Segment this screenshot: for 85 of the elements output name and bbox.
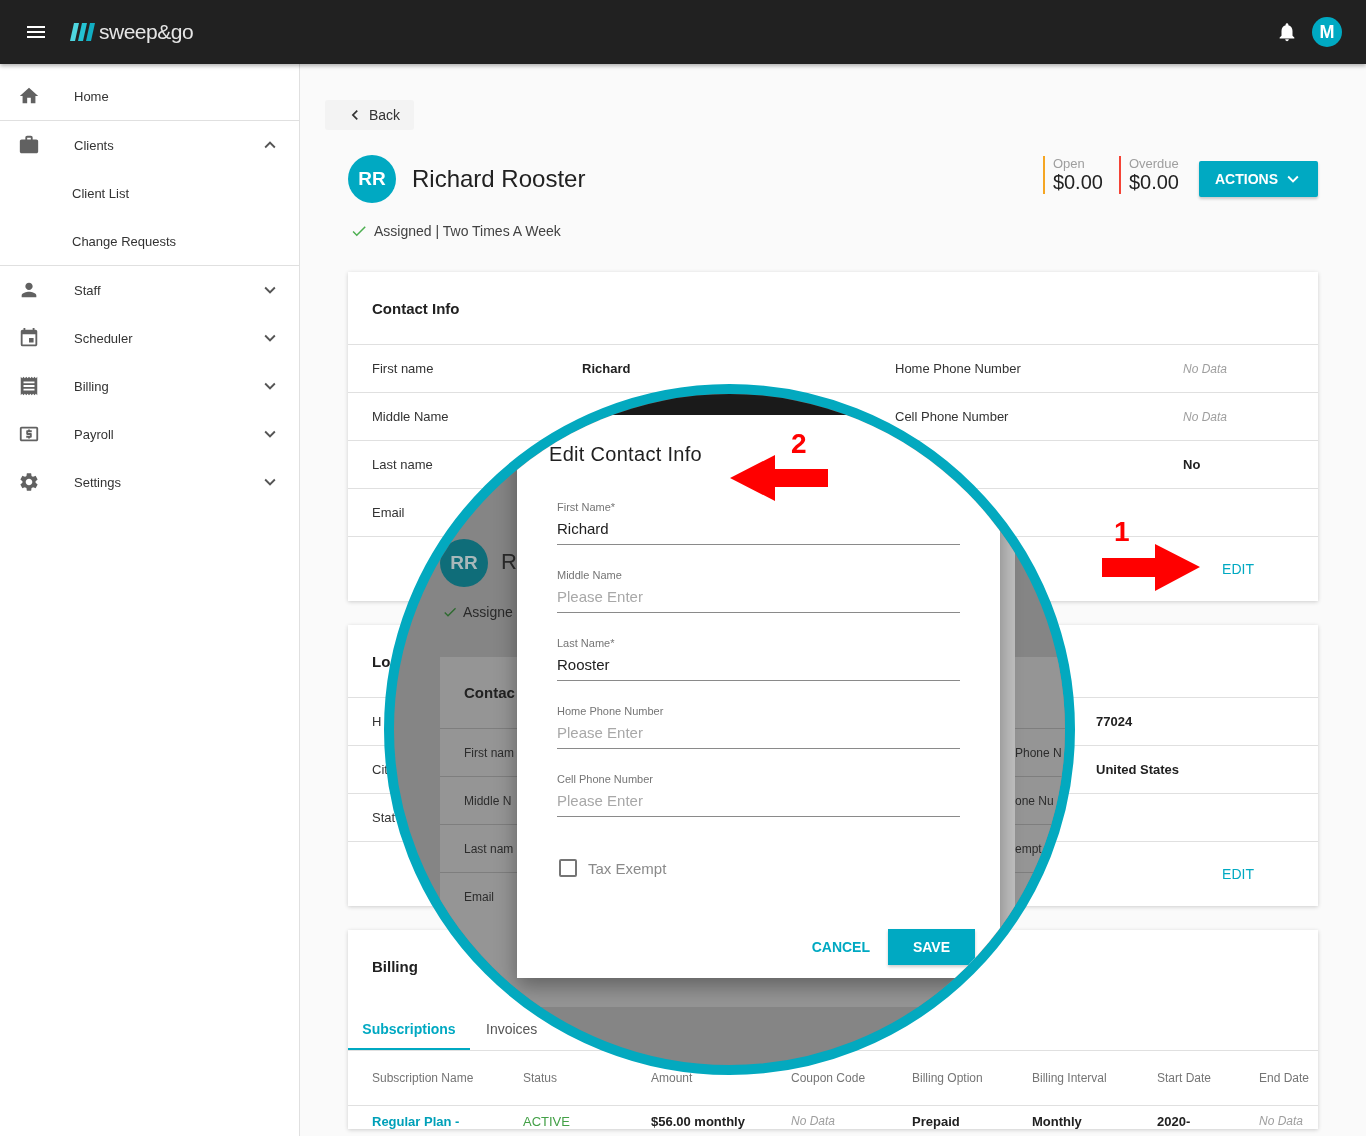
table-cell: 2020- — [1157, 1114, 1191, 1129]
logo-icon — [70, 23, 96, 41]
field-value: 77024 — [1096, 714, 1133, 729]
field-label: Middle N — [464, 793, 512, 808]
dialog-title: Edit Contact Info — [549, 443, 702, 466]
nav-item[interactable]: Billing — [0, 362, 299, 410]
column-header: Subscription Name — [372, 1071, 475, 1085]
empty-value: No Data — [1183, 361, 1228, 376]
column-header: Status — [523, 1071, 559, 1085]
empty-value: No Data — [1259, 1114, 1304, 1128]
field-label: First name — [372, 361, 434, 376]
nav-item[interactable]: Scheduler — [0, 314, 299, 362]
field-label: Last name — [372, 457, 433, 472]
field-label: First Name* — [557, 500, 616, 514]
field-label: Home Phone Number — [895, 361, 1021, 376]
balance-label: Open — [1052, 156, 1086, 171]
nav-item[interactable]: Home — [0, 72, 299, 120]
field-label: empt — [1015, 841, 1042, 856]
field-label: one Nu — [1015, 793, 1054, 808]
calendar-icon — [18, 327, 40, 349]
field-label: Email — [372, 505, 405, 520]
column-header: End Date — [1259, 1071, 1311, 1085]
text-input[interactable]: Richard — [557, 517, 960, 545]
field-label: First nam — [464, 745, 514, 760]
field-label: Last Name* — [557, 636, 615, 650]
empty-value: No Data — [1183, 409, 1228, 424]
column-header: Coupon Code — [791, 1071, 867, 1085]
client-avatar: RR — [348, 155, 396, 203]
client-avatar: RR — [440, 539, 488, 587]
field-label: Last nam — [464, 841, 514, 856]
balance-amount: $0.00 — [1128, 171, 1179, 194]
logo-text: sweep&go — [99, 20, 194, 44]
column-header: Amount — [651, 1071, 694, 1085]
field-label: Middle Name — [557, 568, 622, 582]
balance-amount: $0.00 — [1052, 171, 1103, 194]
text-input[interactable]: Please Enter — [557, 721, 960, 749]
client-status: Assigned | Two Times A Week — [374, 223, 561, 239]
field-value: No — [1183, 457, 1201, 472]
column-header: Billing Option — [912, 1071, 984, 1085]
nav-item[interactable]: Clients — [0, 121, 299, 169]
text-input[interactable]: Please Enter — [557, 585, 960, 613]
nav-item[interactable]: Settings — [0, 458, 299, 506]
field-label: Email — [464, 889, 494, 904]
table-cell: Monthly — [1032, 1114, 1082, 1129]
receipt-icon — [18, 375, 40, 397]
field-label: Cit — [372, 762, 388, 777]
field-value: United States — [1096, 762, 1180, 777]
text-input[interactable]: Rooster — [557, 653, 960, 681]
card-title: Contac — [464, 684, 515, 701]
right-arrow-icon — [1102, 544, 1200, 591]
status-text: ACTIVE — [523, 1114, 570, 1129]
checkbox-label: Tax Exempt — [588, 859, 667, 877]
tab[interactable]: Invoices — [470, 1018, 538, 1050]
field-label: Home Phone Number — [557, 704, 664, 718]
card-title: Billing — [372, 957, 418, 975]
field-label: Cell Phone Number — [557, 772, 653, 786]
empty-value: No Data — [791, 1114, 836, 1128]
field-label: Cell Phone Number — [895, 409, 1009, 424]
table-cell: $56.00 monthly — [651, 1114, 745, 1129]
client-status: Assigne — [463, 604, 513, 620]
table-cell: Prepaid — [912, 1114, 960, 1129]
client-name: Richard Rooster — [412, 165, 587, 193]
field-label: Phone N — [1015, 745, 1062, 760]
column-header: Billing Interval — [1032, 1071, 1108, 1085]
column-header: Start Date — [1157, 1071, 1213, 1085]
nav-item[interactable]: Payroll — [0, 410, 299, 458]
nav-subitem[interactable]: Change Requests — [0, 217, 299, 265]
balance-label: Overdue — [1128, 156, 1179, 171]
checkbox[interactable] — [559, 859, 577, 877]
field-value: Richard — [582, 361, 631, 376]
step-number: 1 — [1114, 516, 1130, 548]
card-title: Contact Info — [372, 299, 460, 317]
step-number: 2 — [791, 428, 807, 460]
back-button[interactable]: Back — [325, 100, 415, 130]
settings-icon — [18, 471, 40, 493]
field-label: H — [372, 714, 382, 729]
client-name: R — [501, 549, 517, 575]
card-title: Lo — [372, 652, 391, 670]
nav-item[interactable]: Staff — [0, 266, 299, 314]
text-input[interactable]: Please Enter — [557, 789, 960, 817]
field-label: Middle Name — [372, 409, 449, 424]
left-arrow-icon — [730, 455, 828, 502]
briefcase-icon — [18, 134, 40, 156]
field-label: Stat — [372, 810, 396, 825]
nav-subitem[interactable]: Client List — [0, 169, 299, 217]
